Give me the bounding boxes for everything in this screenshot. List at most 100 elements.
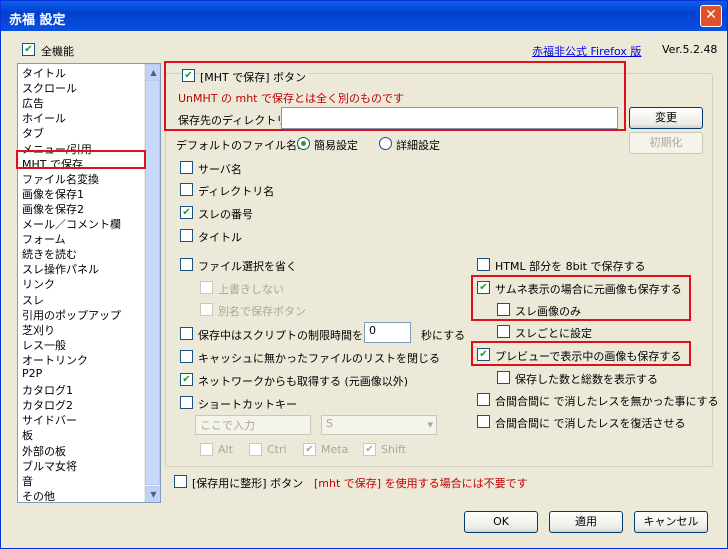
meta-checkbox[interactable]: ✔ — [303, 443, 316, 456]
sidebar-item[interactable]: 芝刈り — [22, 322, 55, 338]
init-button[interactable]: 初期化 — [629, 132, 703, 154]
scroll-up-icon[interactable]: ▲ — [145, 64, 160, 81]
sidebar-item[interactable]: 画像を保存1 — [22, 186, 84, 202]
skip-select-checkbox[interactable] — [180, 258, 193, 271]
html8bit-checkbox[interactable] — [477, 258, 490, 271]
format-button-checkbox[interactable] — [174, 475, 187, 488]
highlight-mht-header — [164, 61, 626, 131]
save-as-label: 別名で保存ボタン — [218, 305, 306, 318]
sidebar-item[interactable]: サイドバー — [22, 412, 77, 428]
per-thread-label: スレごとに設定 — [515, 327, 592, 340]
unofficial-firefox-link[interactable]: 赤福非公式 Firefox 版 — [532, 43, 641, 59]
sidebar-item[interactable]: スレ — [22, 292, 44, 308]
version-label: Ver.5.2.48 — [662, 43, 718, 56]
save-as-checkbox[interactable] — [200, 303, 213, 316]
change-button[interactable]: 変更 — [629, 107, 703, 129]
simple-radio[interactable] — [297, 137, 310, 150]
ctrl-checkbox[interactable] — [249, 443, 262, 456]
ok-button[interactable]: OK — [464, 511, 538, 533]
sidebar-item[interactable]: その他 — [22, 488, 55, 502]
sidebar-item[interactable]: メール／コメント欄 — [22, 216, 121, 232]
network-label: ネットワークからも取得する (元画像以外) — [198, 375, 409, 388]
thread-no-label: スレの番号 — [198, 208, 253, 221]
close-list-label: キャッシュに無かったファイルのリストを閉じる — [198, 352, 440, 365]
highlight-preview-option — [471, 341, 691, 366]
sidebar-item[interactable]: カタログ1 — [22, 382, 73, 398]
sidebar-item[interactable]: 引用のポップアップ — [22, 307, 121, 323]
sidebar-item[interactable]: カタログ2 — [22, 397, 73, 413]
sidebar-item[interactable]: レス一般 — [22, 337, 66, 353]
scroll-thumb[interactable] — [145, 80, 160, 485]
detail-label: 詳細設定 — [396, 139, 440, 152]
ctrl-label: Ctrl — [267, 443, 287, 456]
dir-label: ディレクトリ名 — [198, 185, 275, 198]
sidebar-item[interactable]: フォーム — [22, 231, 66, 247]
highlight-mht-item — [16, 150, 146, 169]
script-limit-checkbox[interactable] — [180, 327, 193, 340]
list-scrollbar[interactable]: ▲ ▼ — [144, 64, 160, 502]
sidebar-item[interactable]: 板 — [22, 427, 33, 443]
thread-no-checkbox[interactable]: ✔ — [180, 206, 193, 219]
dir-checkbox[interactable] — [180, 183, 193, 196]
sidebar-item[interactable]: 広告 — [22, 95, 44, 111]
server-checkbox[interactable] — [180, 161, 193, 174]
window-title: 赤福 設定 — [9, 13, 66, 28]
server-label: サーバ名 — [198, 163, 242, 176]
settings-window: 赤福 設定 ✕ ✔ 全機能 赤福非公式 Firefox 版 Ver.5.2.48… — [0, 0, 728, 549]
sidebar-item[interactable]: リンク — [22, 276, 55, 292]
skip-select-label: ファイル選択を省く — [198, 260, 297, 273]
per-thread-checkbox[interactable] — [497, 325, 510, 338]
category-list[interactable]: タイトル スクロール 広告 ホイール タブ メニュー/引用 MHT で保存 ファイル名変換 画像… — [17, 63, 161, 503]
no-overwrite-label: 上書きしない — [218, 283, 284, 296]
aikan2-label: 合間合間に で消したレスを復活させる — [495, 417, 686, 430]
scroll-down-icon[interactable]: ▼ — [145, 486, 160, 502]
simple-label: 簡易設定 — [314, 139, 358, 152]
seconds-label: 秒にする — [421, 329, 466, 342]
sidebar-item[interactable]: P2P — [22, 367, 42, 380]
aikan2-checkbox[interactable] — [477, 415, 490, 428]
html8bit-label: HTML 部分を 8bit で保存する — [495, 260, 646, 273]
close-list-checkbox[interactable] — [180, 350, 193, 363]
sidebar-item[interactable]: 続きを読む — [22, 246, 77, 262]
shortcut-checkbox[interactable] — [180, 396, 193, 409]
cancel-button[interactable]: キャンセル — [634, 511, 708, 533]
sidebar-item[interactable]: ホイール — [22, 110, 66, 126]
meta-label: Meta — [321, 443, 349, 456]
sidebar-item[interactable]: 外部の板 — [22, 443, 66, 459]
shortcut-key-value: S — [326, 417, 333, 430]
shift-checkbox[interactable]: ✔ — [363, 443, 376, 456]
sidebar-item[interactable]: ファイル名変換 — [22, 171, 99, 187]
format-button-label: [保存用に整形] ボタン — [192, 477, 304, 490]
title-bar: 赤福 設定 ✕ — [1, 1, 727, 31]
sidebar-item[interactable]: タブ — [22, 125, 44, 141]
title-checkbox[interactable] — [180, 229, 193, 242]
sidebar-item[interactable]: 音 — [22, 473, 33, 489]
shortcut-key-select[interactable]: S ▾ — [321, 415, 437, 435]
alt-label: Alt — [218, 443, 233, 456]
alt-checkbox[interactable] — [200, 443, 213, 456]
aikan1-label: 合間合間に で消したレスを無かった事にする — [495, 395, 719, 408]
title-label: タイトル — [198, 231, 242, 244]
shortcut-label: ショートカットキー — [198, 398, 297, 411]
aikan1-checkbox[interactable] — [477, 393, 490, 406]
show-counts-checkbox[interactable] — [497, 371, 510, 384]
apply-button[interactable]: 適用 — [549, 511, 623, 533]
close-button[interactable]: ✕ — [700, 5, 722, 27]
sidebar-item[interactable]: オートリンク — [22, 352, 88, 368]
detail-radio[interactable] — [379, 137, 392, 150]
script-limit-input[interactable]: 0 — [364, 322, 411, 343]
network-checkbox[interactable]: ✔ — [180, 373, 193, 386]
sidebar-item[interactable]: 画像を保存2 — [22, 201, 84, 217]
sidebar-item[interactable]: タイトル — [22, 65, 66, 81]
sidebar-item[interactable]: スクロール — [22, 80, 77, 96]
sidebar-item[interactable]: ブルマ女将 — [22, 458, 77, 474]
sidebar-item[interactable]: スレ操作パネル — [22, 261, 99, 277]
all-features-checkbox[interactable]: ✔ — [22, 43, 35, 56]
shift-label: Shift — [381, 443, 407, 456]
no-overwrite-checkbox[interactable] — [200, 281, 213, 294]
all-features-label: 全機能 — [41, 45, 74, 58]
format-note: [mht で保存] を使用する場合には不要です — [314, 477, 528, 490]
highlight-thumb-option — [471, 275, 691, 321]
script-limit-label: 保存中はスクリプトの制限時間を — [198, 329, 363, 342]
shortcut-input[interactable]: ここで入力 — [195, 415, 311, 435]
